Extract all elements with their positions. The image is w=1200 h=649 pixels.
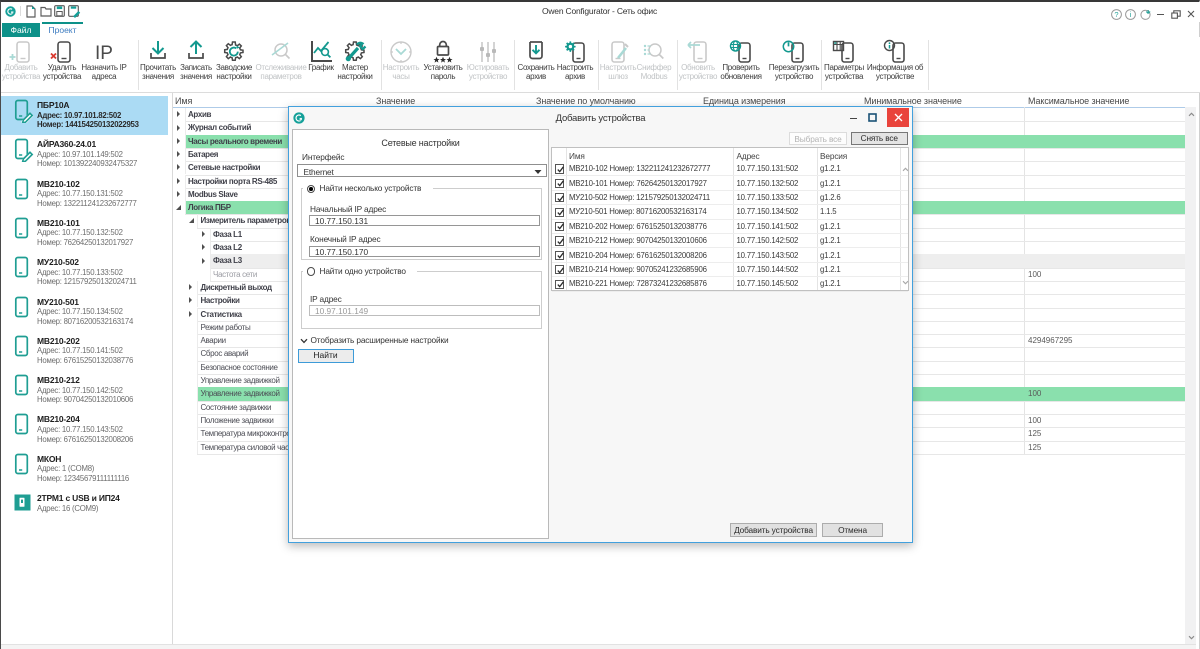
svg-text:i: i <box>1130 10 1132 19</box>
svg-text:IP: IP <box>95 43 113 64</box>
svg-text:?: ? <box>1114 10 1118 19</box>
